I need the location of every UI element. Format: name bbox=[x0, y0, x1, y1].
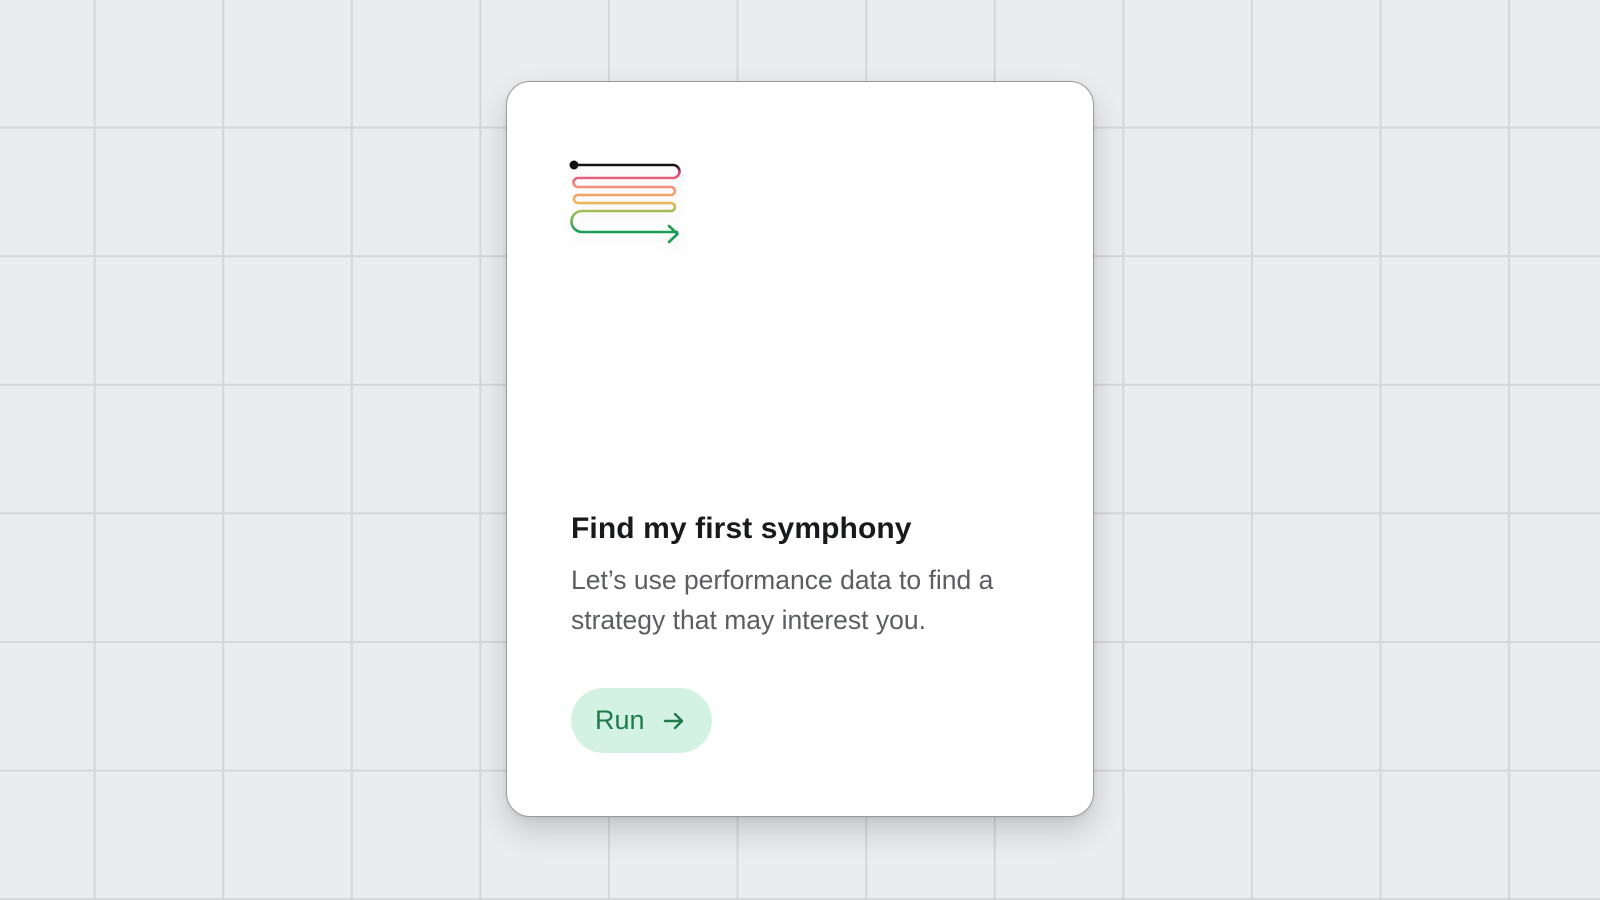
arrow-right-icon bbox=[663, 711, 685, 731]
run-button[interactable]: Run bbox=[571, 688, 712, 753]
card-description: Let’s use performance data to find a str… bbox=[571, 565, 994, 635]
run-button-label: Run bbox=[595, 705, 645, 735]
symphony-flow-icon bbox=[569, 158, 699, 258]
card-title: Find my first symphony bbox=[571, 512, 912, 545]
strategy-card: Find my first symphony Let’s use perform… bbox=[506, 81, 1094, 817]
